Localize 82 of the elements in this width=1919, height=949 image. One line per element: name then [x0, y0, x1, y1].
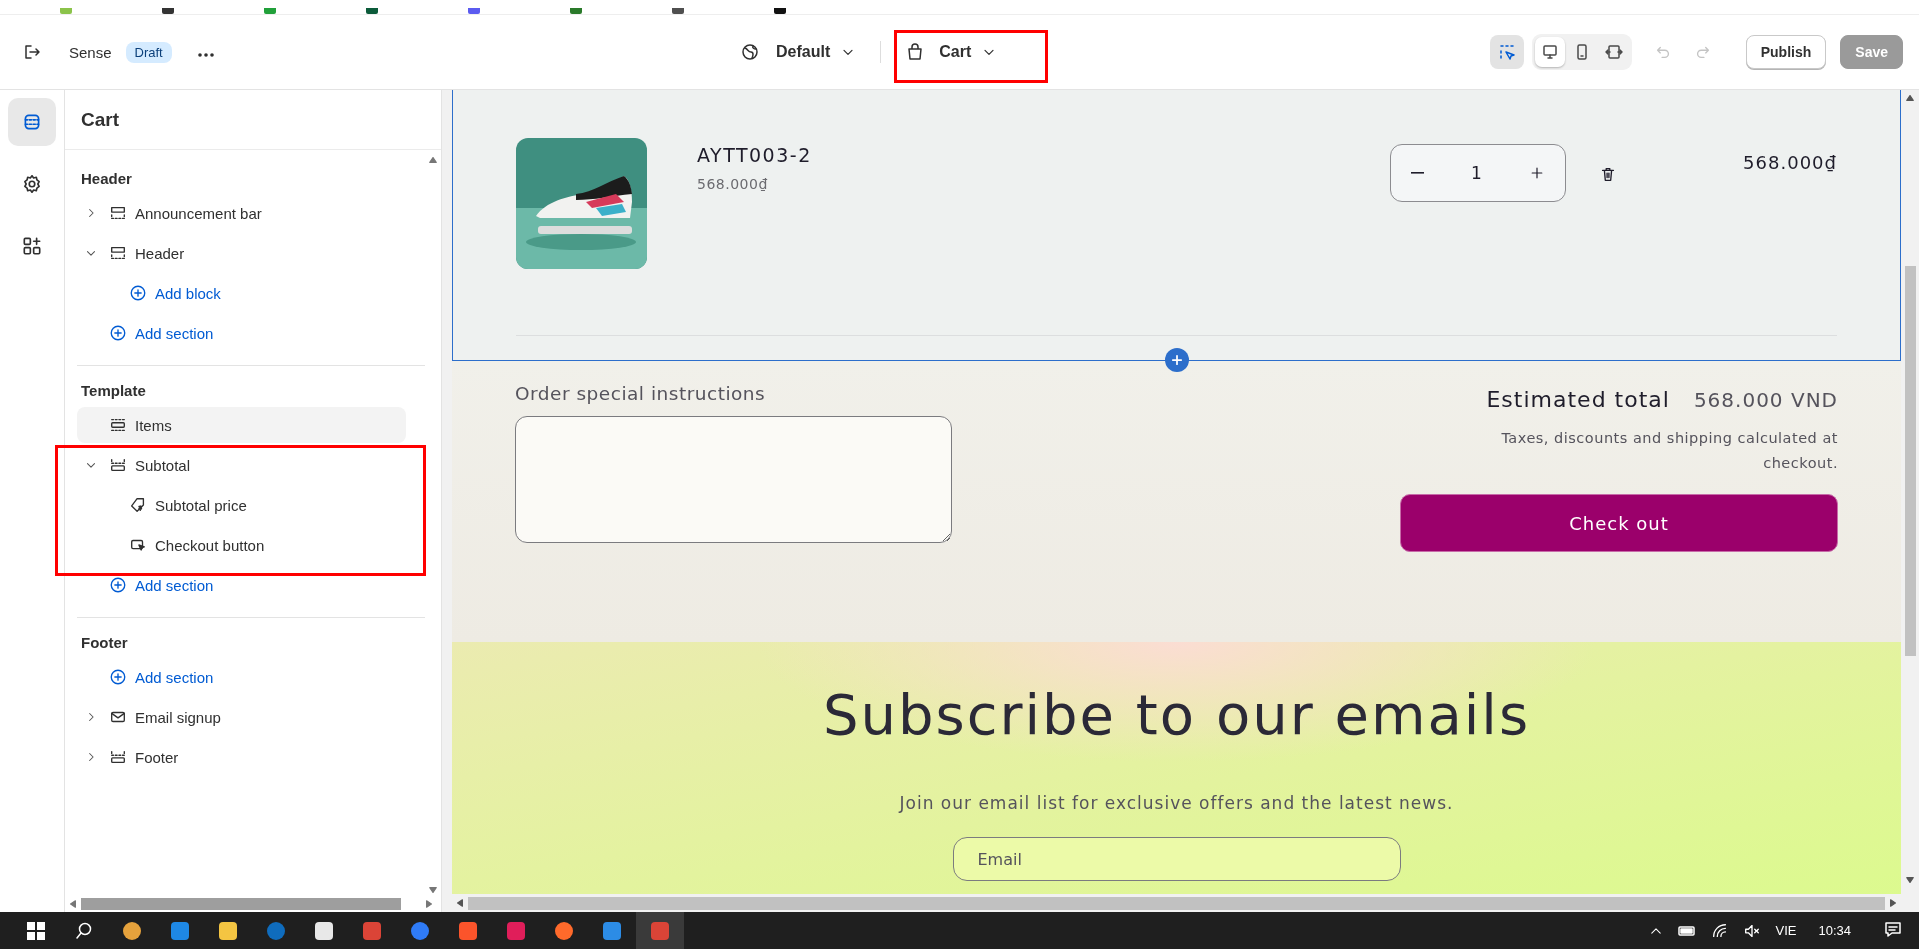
section-icon	[109, 416, 127, 434]
scroll-right-icon	[425, 900, 433, 908]
bookmark-icon[interactable]	[366, 8, 378, 14]
status-badge: Draft	[125, 41, 172, 63]
total-value: 568.000 VND	[1693, 388, 1838, 412]
tree-item[interactable]: Footer	[77, 739, 406, 775]
template-dropdown[interactable]: Cart	[895, 34, 1008, 70]
product-title[interactable]: AYTT003-2	[697, 144, 1390, 166]
newsletter-text: Join our email list for exclusive offers and the latest news.	[899, 793, 1454, 813]
more-icon[interactable]	[197, 53, 214, 57]
tax-note: Taxes, discounts and shipping calculated at checkout.	[1500, 429, 1838, 473]
product-price: 568.000₫	[697, 176, 769, 192]
scroll-up-icon	[1906, 94, 1914, 102]
group-heading: Footer	[80, 633, 129, 653]
tree-item[interactable]: Items	[77, 407, 406, 443]
group-heading: Template	[80, 381, 147, 401]
scroll-right-icon	[1889, 899, 1897, 907]
section-icon	[109, 244, 127, 262]
scrollbar[interactable]	[1901, 90, 1919, 894]
tree-item[interactable]: Header	[77, 235, 406, 271]
publish-button[interactable]: Publish	[1745, 35, 1827, 69]
section-icon	[109, 456, 127, 474]
clock[interactable]: 10:34	[1818, 923, 1851, 938]
app-icon[interactable]	[122, 920, 142, 941]
scroll-left-icon	[456, 899, 464, 907]
app-icon[interactable]	[314, 920, 334, 941]
tree-item[interactable]: Checkout button	[77, 527, 406, 563]
section-icon	[109, 204, 127, 222]
quantity-value: 1	[1471, 163, 1482, 183]
bookmark-icon[interactable]	[774, 8, 786, 14]
search-icon	[74, 920, 94, 941]
scroll-down-icon	[1906, 876, 1914, 884]
group-heading: Header	[80, 169, 133, 189]
theme-name: Sense	[69, 43, 112, 61]
bookmark-icon[interactable]	[570, 8, 582, 14]
section-icon	[109, 748, 127, 766]
add-link[interactable]: Add section	[77, 659, 406, 695]
tree-item[interactable]: Announcement bar	[77, 195, 406, 231]
plus-icon	[1169, 353, 1184, 367]
plus-icon	[1529, 165, 1545, 181]
tree-item[interactable]: Subtotal	[77, 447, 406, 483]
total-label: Estimated total	[1486, 387, 1670, 412]
plus-circle-icon	[109, 576, 127, 594]
device-button[interactable]	[1534, 37, 1565, 67]
globe-icon	[740, 42, 760, 62]
checkout-button[interactable]: Check out	[1400, 494, 1838, 552]
add-section-button[interactable]	[1164, 348, 1189, 372]
notification-icon	[1883, 919, 1903, 939]
app-icon[interactable]	[554, 920, 574, 941]
add-link[interactable]: Add section	[77, 315, 406, 351]
newsletter-heading: Subscribe to our emails	[822, 682, 1531, 747]
add-link[interactable]: Add section	[77, 567, 406, 603]
apps-icon	[21, 235, 43, 257]
instructions-field[interactable]	[515, 416, 952, 543]
inspector-toggle[interactable]	[1489, 35, 1524, 69]
view-dropdown[interactable]: Default	[730, 34, 867, 70]
bookmark-icon[interactable]	[672, 8, 684, 14]
bookmark-icon[interactable]	[162, 8, 174, 14]
tree-item[interactable]: Subtotal price	[77, 487, 406, 523]
settings-icon	[21, 173, 43, 195]
line-total: 568.000₫	[1742, 151, 1837, 173]
plus-circle-icon	[109, 668, 127, 686]
quantity-stepper[interactable]: 1	[1390, 144, 1566, 202]
expand-width-icon	[1603, 42, 1624, 62]
plus-circle-icon	[109, 324, 127, 342]
email-field[interactable]: Email	[952, 837, 1401, 881]
scroll-up-icon	[429, 156, 437, 164]
rail-button[interactable]	[8, 98, 56, 146]
scroll-down-icon	[429, 886, 437, 894]
language-indicator[interactable]: VIE	[1775, 923, 1797, 938]
scroll-left-icon	[69, 900, 77, 908]
trash-icon	[1599, 165, 1617, 183]
app-icon[interactable]	[218, 920, 238, 941]
add-link[interactable]: Add block	[77, 275, 406, 311]
minus-icon[interactable]	[1411, 172, 1424, 174]
exit-icon	[22, 42, 42, 62]
field-label: Order special instructions	[515, 383, 767, 404]
plus-circle-icon	[129, 284, 147, 302]
panel-title: Cart	[65, 90, 441, 150]
price-tag-icon	[129, 496, 147, 514]
windows-icon[interactable]	[27, 921, 45, 940]
tree-item[interactable]: Email signup	[77, 699, 406, 735]
